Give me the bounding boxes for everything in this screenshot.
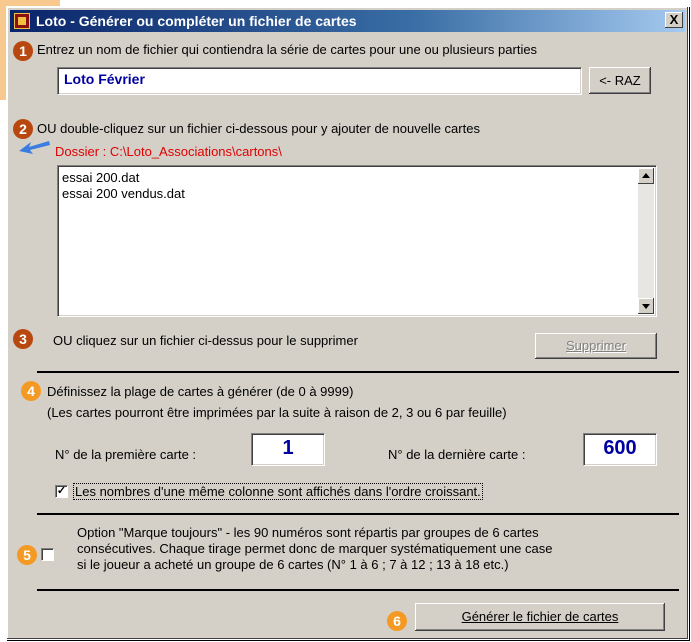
sort-checkbox-label[interactable]: Les nombres d'une même colonne sont affi… <box>73 483 483 500</box>
step-1-badge: 1 <box>13 41 33 61</box>
step-4-note: (Les cartes pourront être imprimées par … <box>47 405 507 420</box>
file-list-scrollbar[interactable] <box>638 168 654 314</box>
first-card-label: N° de la première carte : <box>55 447 197 462</box>
step-3-instruction: OU cliquez sur un fichier ci-dessus pour… <box>53 333 358 348</box>
file-item[interactable]: essai 200 vendus.dat <box>62 186 185 202</box>
step-4-instruction: Définissez la plage de cartes à générer … <box>47 384 354 399</box>
filename-input[interactable]: Loto Février <box>57 67 582 95</box>
step-4-badge: 4 <box>21 381 41 401</box>
window-title: Loto - Générer ou compléter un fichier d… <box>36 13 357 29</box>
marque-line-1: Option "Marque toujours" - les 90 numéro… <box>77 525 539 540</box>
title-bar[interactable]: Loto - Générer ou compléter un fichier d… <box>10 10 685 32</box>
delete-button[interactable]: Supprimer <box>535 333 657 359</box>
scroll-up-button[interactable] <box>638 168 654 184</box>
step-1-instruction: Entrez un nom de fichier qui contiendra … <box>37 42 538 57</box>
dialog-window: Loto - Générer ou compléter un fichier d… <box>6 6 689 640</box>
folder-path: Dossier : C:\Loto_Associations\cartons\ <box>55 144 282 159</box>
generate-button[interactable]: Générer le fichier de cartes <box>415 603 665 631</box>
separator-line <box>37 513 679 515</box>
sort-checkbox[interactable]: ✓ <box>55 485 68 498</box>
close-button[interactable]: X <box>665 12 683 28</box>
marque-toujours-checkbox[interactable] <box>41 548 54 561</box>
scroll-down-button[interactable] <box>638 298 654 314</box>
last-card-label: N° de la dernière carte : <box>388 447 526 462</box>
separator-line <box>37 589 679 591</box>
marque-line-3: si le joueur a acheté un groupe de 6 car… <box>77 557 509 572</box>
file-list[interactable]: essai 200.dat essai 200 vendus.dat <box>57 165 657 317</box>
blue-arrow-icon <box>19 141 50 154</box>
reset-button[interactable]: <- RAZ <box>589 67 651 94</box>
step-6-badge: 6 <box>387 611 407 631</box>
step-5-badge: 5 <box>17 545 37 565</box>
loto-app-icon <box>14 13 30 29</box>
marque-toujours-text[interactable]: Option "Marque toujours" - les 90 numéro… <box>77 525 552 573</box>
first-card-input[interactable]: 1 <box>251 433 325 466</box>
last-card-input[interactable]: 600 <box>583 433 657 466</box>
step-3-badge: 3 <box>13 329 33 349</box>
step-2-instruction: OU double-cliquez sur un fichier ci-dess… <box>37 121 480 136</box>
separator-line <box>37 371 679 373</box>
arrow-up-icon <box>642 173 650 178</box>
marque-line-2: consécutives. Chaque tirage permet donc … <box>77 541 553 556</box>
arrow-down-icon <box>642 304 650 309</box>
file-item[interactable]: essai 200.dat <box>62 170 185 186</box>
step-2-badge: 2 <box>13 119 33 139</box>
